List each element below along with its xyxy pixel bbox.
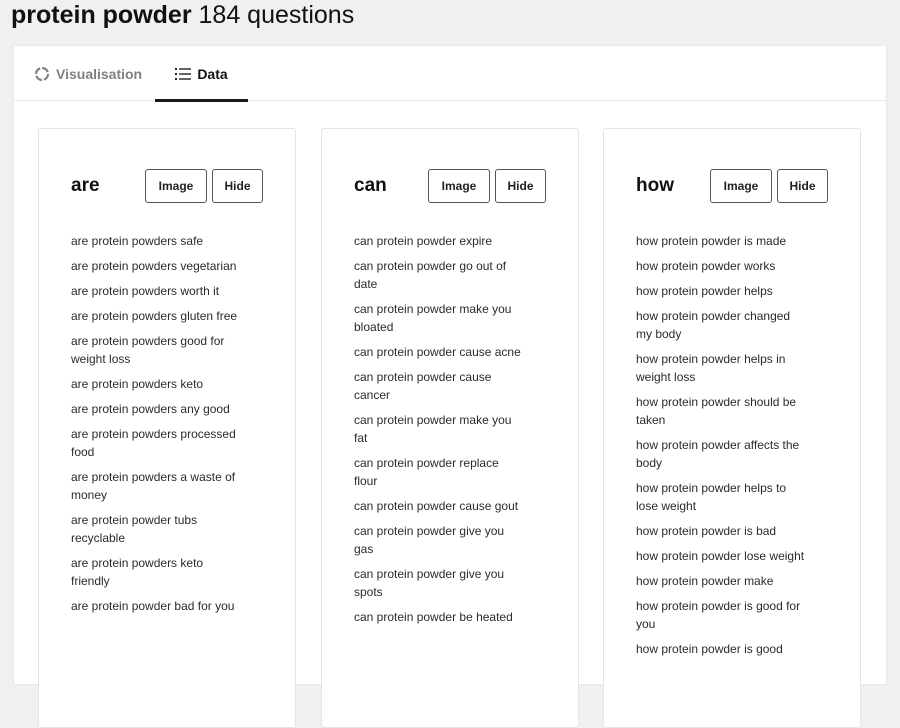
question-item[interactable]: how protein powder works <box>636 257 806 275</box>
question-item[interactable]: are protein powders good for weight loss <box>71 332 241 368</box>
question-count: 184 questions <box>198 1 355 29</box>
card-how: how Image Hide how protein powder is mad… <box>603 128 861 728</box>
question-item[interactable]: how protein powder helps <box>636 282 806 300</box>
question-item[interactable]: can protein powder be heated <box>354 608 524 626</box>
question-item[interactable]: are protein powders processed food <box>71 425 241 461</box>
view-tabs: Visualisation Data <box>14 46 886 102</box>
card-header: how Image Hide <box>636 169 860 203</box>
question-item[interactable]: are protein powders vegetarian <box>71 257 241 275</box>
question-item[interactable]: are protein powders worth it <box>71 282 241 300</box>
question-item[interactable]: how protein powder is made <box>636 232 806 250</box>
question-cards: are Image Hide are protein powders safe a… <box>14 102 886 728</box>
page-title: protein powder 184 questions <box>11 0 354 31</box>
tab-visualisation[interactable]: Visualisation <box>34 46 142 101</box>
card-title: are <box>71 175 100 196</box>
question-list: are protein powders safe are protein powd… <box>71 232 241 622</box>
question-item[interactable]: how protein powder is good for you <box>636 597 806 633</box>
card-are: are Image Hide are protein powders safe a… <box>38 128 296 728</box>
question-item[interactable]: can protein powder make you fat <box>354 411 524 447</box>
question-item[interactable]: can protein powder go out of date <box>354 257 524 293</box>
question-item[interactable]: can protein powder cause cancer <box>354 368 524 404</box>
card-header: are Image Hide <box>71 169 295 203</box>
results-panel: Visualisation Data are Image Hide are pr… <box>13 45 887 728</box>
circle-loader-icon <box>34 66 50 82</box>
question-item[interactable]: how protein powder is bad <box>636 522 806 540</box>
question-item[interactable]: how protein powder should be taken <box>636 393 806 429</box>
question-item[interactable]: how protein powder changed my body <box>636 307 806 343</box>
question-item[interactable]: how protein powder is good <box>636 640 806 658</box>
card-title: how <box>636 175 674 196</box>
question-item[interactable]: how protein powder helps in weight loss <box>636 350 806 386</box>
question-item[interactable]: can protein powder make you bloated <box>354 300 524 336</box>
question-item[interactable]: are protein powders any good <box>71 400 241 418</box>
question-item[interactable]: are protein powder tubs recyclable <box>71 511 241 547</box>
question-list: how protein powder is made how protein po… <box>636 232 806 665</box>
card-can: can Image Hide can protein powder expire… <box>321 128 579 728</box>
question-item[interactable]: how protein powder lose weight <box>636 547 806 565</box>
question-item[interactable]: can protein powder give you spots <box>354 565 524 601</box>
image-button[interactable]: Image <box>428 169 490 203</box>
list-icon <box>175 67 192 81</box>
question-item[interactable]: can protein powder cause gout <box>354 497 524 515</box>
tab-data-label: Data <box>197 65 228 82</box>
page-title-keyword: protein powder <box>11 1 192 29</box>
question-item[interactable]: how protein powder affects the body <box>636 436 806 472</box>
question-item[interactable]: are protein powders keto friendly <box>71 554 241 590</box>
image-button[interactable]: Image <box>710 169 772 203</box>
question-item[interactable]: can protein powder cause acne <box>354 343 524 361</box>
card-header: can Image Hide <box>354 169 578 203</box>
question-item[interactable]: can protein powder give you gas <box>354 522 524 558</box>
hide-button[interactable]: Hide <box>777 169 828 203</box>
question-item[interactable]: are protein powder bad for you <box>71 597 241 615</box>
hide-button[interactable]: Hide <box>212 169 263 203</box>
question-item[interactable]: can protein powder replace flour <box>354 454 524 490</box>
question-item[interactable]: are protein powders gluten free <box>71 307 241 325</box>
card-title: can <box>354 175 387 196</box>
tab-visualisation-label: Visualisation <box>56 65 143 82</box>
question-item[interactable]: how protein powder helps to lose weight <box>636 479 806 515</box>
question-item[interactable]: are protein powders keto <box>71 375 241 393</box>
image-button[interactable]: Image <box>145 169 207 203</box>
hide-button[interactable]: Hide <box>495 169 546 203</box>
tab-data[interactable]: Data <box>155 46 248 102</box>
question-item[interactable]: how protein powder make <box>636 572 806 590</box>
question-list: can protein powder expire can protein pow… <box>354 232 524 633</box>
question-item[interactable]: can protein powder expire <box>354 232 524 250</box>
question-item[interactable]: are protein powders a waste of money <box>71 468 241 504</box>
question-item[interactable]: are protein powders safe <box>71 232 241 250</box>
